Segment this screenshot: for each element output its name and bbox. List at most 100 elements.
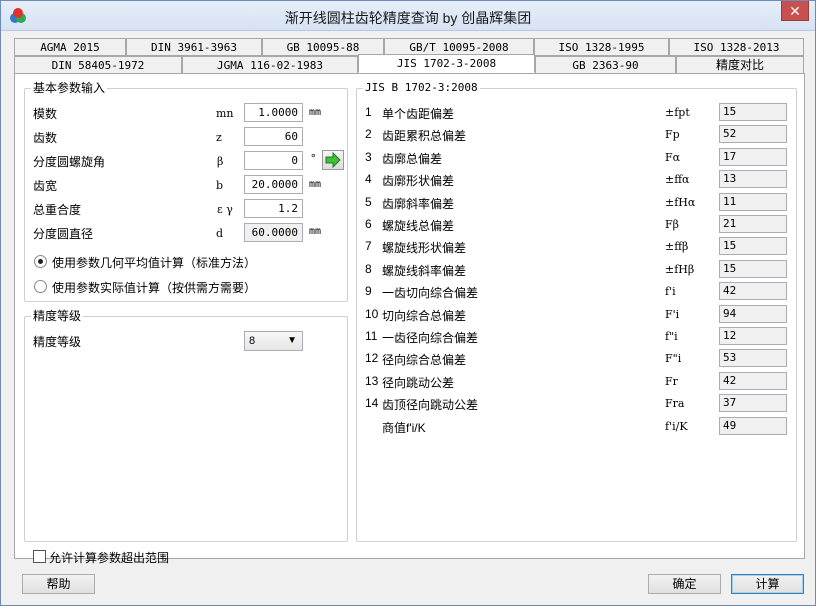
convert-arrow-button[interactable] — [322, 150, 344, 170]
allow-out-of-range-label[interactable]: 允许计算参数超出范围 — [49, 549, 169, 566]
calculate-button[interactable]: 计算 — [731, 574, 804, 594]
result-row-number: 7 — [365, 239, 372, 254]
result-row-number: 11 — [365, 329, 378, 343]
radio-actual-values[interactable] — [34, 280, 47, 293]
tab-gb-2363[interactable]: GB 2363-90 — [535, 56, 676, 74]
radio-geometric-mean-label[interactable]: 使用参数几何平均值计算（标准方法） — [52, 254, 256, 271]
result-row-number: 3 — [365, 149, 372, 164]
radio-geometric-mean[interactable] — [34, 255, 47, 268]
pitch-diameter-label: 分度圆直径 — [33, 227, 94, 241]
result-row-name: 一齿切向综合偏差 — [382, 286, 479, 301]
result-row-symbol: F"i — [665, 352, 682, 366]
result-row-value: 94 — [719, 304, 787, 323]
result-row-name: 齿廓总偏差 — [382, 151, 443, 166]
result-row-value: 42 — [719, 371, 787, 390]
grade-group: 精度等级 精度等级 8 ▼ — [24, 309, 348, 542]
result-row-symbol: ±ffα — [665, 173, 690, 187]
grade-label: 精度等级 — [33, 335, 82, 349]
result-row-number: 2 — [365, 127, 372, 142]
face-width-unit: mm — [309, 179, 322, 190]
result-row-number: 13 — [365, 373, 379, 388]
face-width-label: 齿宽 — [33, 179, 58, 193]
result-row-symbol: ±fpt — [665, 106, 690, 119]
contact-ratio-input[interactable]: 1.2 — [244, 199, 303, 218]
result-row-number: 5 — [365, 194, 372, 209]
result-row-name: 径向跳动公差 — [382, 375, 455, 390]
result-row-number: 4 — [365, 172, 372, 187]
result-row-symbol: f"i — [665, 330, 678, 343]
result-row-number: 8 — [365, 261, 372, 276]
result-row-symbol: f'i — [665, 285, 676, 299]
result-row-symbol: f'i/K — [665, 419, 688, 433]
tab-din-3961[interactable]: DIN 3961-3963 — [126, 38, 262, 56]
tab-iso-1328-1995[interactable]: ISO 1328-1995 — [534, 38, 669, 56]
result-row-symbol: F'i — [665, 307, 680, 321]
teeth-input[interactable]: 60 — [244, 127, 303, 146]
help-button[interactable]: 帮助 — [22, 574, 95, 594]
result-row-name: 切向综合总偏差 — [382, 308, 467, 323]
result-row-name: 齿廓斜率偏差 — [382, 196, 455, 211]
grade-select[interactable]: 8 ▼ — [244, 331, 303, 351]
title-bar: 渐开线圆柱齿轮精度查询 by 创晶辉集团 ✕ — [1, 1, 815, 31]
result-row-symbol: Fra — [665, 397, 685, 411]
window-title: 渐开线圆柱齿轮精度查询 by 创晶辉集团 — [284, 10, 532, 26]
result-row-number: 9 — [365, 284, 372, 299]
helix-angle-input[interactable]: 0 — [244, 151, 303, 170]
result-row-name: 径向综合总偏差 — [382, 353, 467, 368]
result-row-value: 12 — [719, 327, 787, 345]
result-row-number: 10 — [365, 306, 379, 321]
result-row-name: 螺旋线形状偏差 — [382, 241, 467, 256]
module-input[interactable]: 1.0000 — [244, 103, 303, 122]
result-row-number: 6 — [365, 217, 372, 231]
tab-jis-1702[interactable]: JIS 1702-3-2008 — [358, 54, 535, 73]
tab-panel: 基本参数输入 模数 mn 1.0000 mm 齿数 z 60 分度圆螺旋角 β … — [14, 73, 805, 559]
chevron-down-icon: ▼ — [287, 335, 297, 346]
module-symbol: mn — [216, 107, 234, 120]
basic-params-title: 基本参数输入 — [31, 81, 108, 95]
close-button[interactable]: ✕ — [781, 1, 809, 21]
result-row-value: 15 — [719, 103, 787, 121]
result-row-value: 52 — [719, 125, 787, 144]
result-row-name: 齿顶径向跳动公差 — [382, 398, 479, 413]
face-width-input[interactable]: 20.0000 — [244, 175, 303, 194]
result-row-value: 13 — [719, 170, 787, 189]
results-title: JIS B 1702-3:2008 — [363, 81, 480, 95]
radio-actual-values-label[interactable]: 使用参数实际值计算（按供需方需要） — [52, 279, 256, 296]
result-row-value: 37 — [719, 394, 787, 413]
result-row-symbol: Fβ — [665, 218, 679, 231]
result-row-name: 齿距累积总偏差 — [382, 129, 467, 144]
result-row-symbol: ±fHβ — [665, 262, 695, 276]
contact-ratio-symbol: ε γ — [217, 203, 233, 216]
grade-select-value: 8 — [249, 335, 256, 347]
result-row-value: 11 — [719, 192, 787, 211]
tab-precision-compare[interactable]: 精度对比 — [676, 56, 804, 74]
result-row-name: 齿廓形状偏差 — [382, 174, 455, 189]
tab-jgma-116[interactable]: JGMA 116-02-1983 — [182, 56, 358, 74]
pitch-diameter-output: 60.0000 — [244, 223, 303, 242]
tab-din-58405[interactable]: DIN 58405-1972 — [14, 56, 182, 74]
result-row-value: 42 — [719, 282, 787, 301]
allow-out-of-range-checkbox[interactable] — [33, 550, 46, 563]
result-row-value: 49 — [719, 416, 787, 435]
result-row-symbol: Fα — [665, 150, 681, 164]
result-row-name: 商值f'i/K — [382, 420, 426, 435]
arrow-right-icon — [325, 151, 341, 169]
result-row-symbol: ±fHα — [665, 195, 696, 209]
result-row-number: 12 — [365, 351, 379, 366]
tab-agma-2015[interactable]: AGMA 2015 — [14, 38, 126, 56]
tab-iso-1328-2013[interactable]: ISO 1328-2013 — [669, 38, 804, 56]
result-row-value: 21 — [719, 215, 787, 233]
result-row-symbol: Fp — [665, 128, 680, 142]
module-unit: mm — [309, 107, 322, 118]
results-group: JIS B 1702-3:2008 1 单个齿距偏差 ±fpt 15 2 齿距累积总偏差 F… — [356, 81, 797, 542]
result-row-value: 53 — [719, 349, 787, 368]
teeth-symbol: z — [216, 131, 222, 144]
ok-button[interactable]: 确定 — [648, 574, 721, 594]
helix-angle-unit: ° — [310, 152, 317, 165]
helix-angle-label: 分度圆螺旋角 — [33, 155, 106, 169]
helix-angle-symbol: β — [217, 155, 224, 168]
result-row-name: 一齿径向综合偏差 — [382, 331, 479, 345]
pitch-diameter-symbol: d — [216, 227, 224, 240]
result-row-name: 螺旋线斜率偏差 — [382, 263, 467, 278]
result-row-name: 单个齿距偏差 — [382, 107, 455, 121]
